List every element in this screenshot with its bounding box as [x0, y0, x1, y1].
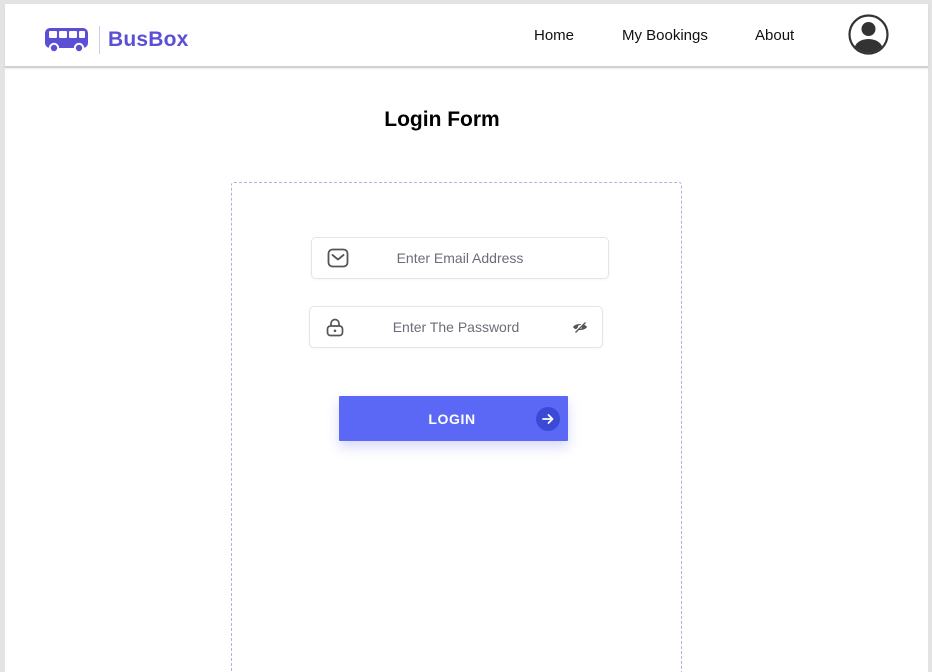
brand-logo[interactable]: BusBox — [44, 26, 189, 54]
user-avatar-icon[interactable] — [848, 14, 889, 60]
login-button-label: LOGIN — [428, 411, 476, 427]
arrow-right-icon — [536, 407, 560, 434]
page-title: Login Form — [384, 108, 500, 131]
password-placeholder: Enter The Password — [392, 319, 520, 335]
nav-about[interactable]: About — [755, 27, 794, 44]
brand-name: BusBox — [108, 28, 189, 51]
email-field[interactable]: Enter Email Address — [311, 237, 609, 279]
logo-divider — [99, 26, 100, 54]
bus-icon — [44, 26, 89, 54]
email-placeholder: Enter Email Address — [396, 250, 524, 266]
eye-off-icon[interactable] — [572, 320, 588, 339]
page: BusBox Home My Bookings About Login Form — [5, 4, 928, 672]
nav-my-bookings[interactable]: My Bookings — [622, 27, 708, 44]
nav-home[interactable]: Home — [534, 27, 574, 44]
top-navbar: BusBox Home My Bookings About — [5, 4, 928, 68]
login-button[interactable]: LOGIN — [339, 396, 568, 441]
password-field[interactable]: Enter The Password — [309, 306, 603, 348]
